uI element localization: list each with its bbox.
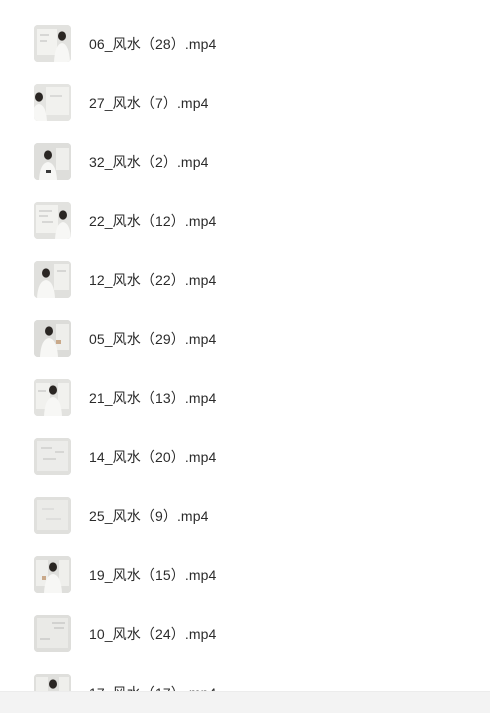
video-thumbnail-icon <box>34 84 71 121</box>
file-name: 05_风水（29）.mp4 <box>89 331 217 347</box>
video-thumbnail-icon <box>34 438 71 475</box>
file-row[interactable]: 25_风水（9）.mp4 <box>0 490 490 549</box>
video-thumbnail-icon <box>34 202 71 239</box>
file-row[interactable]: 06_风水（28）.mp4 <box>0 18 490 77</box>
file-name: 14_风水（20）.mp4 <box>89 449 217 465</box>
video-thumbnail-icon <box>34 143 71 180</box>
file-name: 06_风水（28）.mp4 <box>89 36 217 52</box>
file-name: 32_风水（2）.mp4 <box>89 154 209 170</box>
video-thumbnail-icon <box>34 379 71 416</box>
file-row[interactable]: 22_风水（12）.mp4 <box>0 195 490 254</box>
file-row[interactable]: 14_风水（20）.mp4 <box>0 431 490 490</box>
file-row[interactable]: 10_风水（24）.mp4 <box>0 608 490 667</box>
file-row[interactable]: 21_风水（13）.mp4 <box>0 372 490 431</box>
video-thumbnail-icon <box>34 25 71 62</box>
file-row[interactable]: 05_风水（29）.mp4 <box>0 313 490 372</box>
file-name: 19_风水（15）.mp4 <box>89 567 217 583</box>
video-thumbnail-icon <box>34 497 71 534</box>
file-row[interactable]: 32_风水（2）.mp4 <box>0 136 490 195</box>
file-name: 25_风水（9）.mp4 <box>89 508 209 524</box>
file-name: 21_风水（13）.mp4 <box>89 390 217 406</box>
video-thumbnail-icon <box>34 261 71 298</box>
file-name: 12_风水（22）.mp4 <box>89 272 217 288</box>
file-row[interactable]: 12_风水（22）.mp4 <box>0 254 490 313</box>
file-name: 27_风水（7）.mp4 <box>89 95 209 111</box>
file-name: 22_风水（12）.mp4 <box>89 213 217 229</box>
bottom-bar <box>0 691 490 713</box>
file-row[interactable]: 27_风水（7）.mp4 <box>0 77 490 136</box>
file-name: 10_风水（24）.mp4 <box>89 626 217 642</box>
video-thumbnail-icon <box>34 320 71 357</box>
file-row[interactable]: 19_风水（15）.mp4 <box>0 549 490 608</box>
video-thumbnail-icon <box>34 615 71 652</box>
video-thumbnail-icon <box>34 556 71 593</box>
